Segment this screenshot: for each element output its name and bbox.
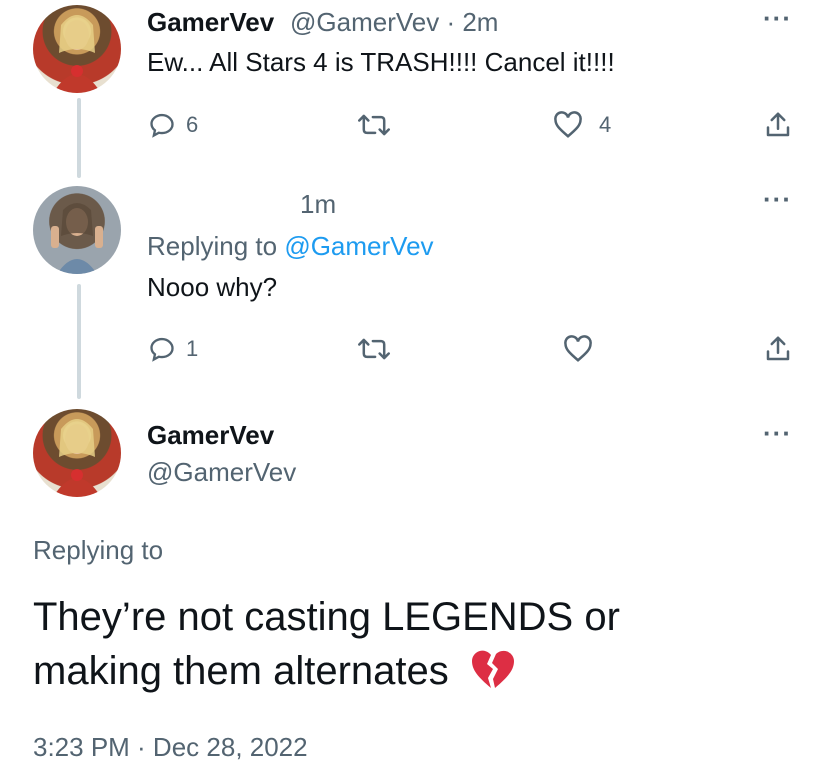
like-button[interactable]: 4 [553, 111, 611, 139]
thread-connector [77, 284, 81, 399]
tweet-time[interactable]: 1m [300, 189, 336, 220]
tweet-text-segment: making them alternates [33, 649, 449, 693]
avatar-image [53, 419, 101, 497]
retweet-icon [358, 114, 390, 136]
broken-heart-icon [470, 648, 516, 704]
tweet-text-line: making them alternates [33, 644, 813, 704]
reply-icon [150, 113, 174, 138]
reply-button[interactable]: 6 [148, 111, 198, 139]
more-options-button[interactable]: ··· [763, 184, 792, 215]
tweet-text: Nooo why? [147, 272, 278, 302]
avatar-image [53, 15, 101, 93]
more-options-button[interactable]: ··· [763, 418, 792, 449]
avatar[interactable] [33, 5, 121, 93]
thread-connector [77, 98, 81, 178]
replying-to: Replying to [33, 535, 164, 565]
replying-to-handle[interactable]: @GamerVev [284, 231, 433, 261]
reply-icon [150, 337, 174, 362]
avatar-image [51, 203, 103, 274]
retweet-button[interactable] [357, 335, 391, 363]
share-icon [766, 336, 790, 361]
author-handle-time[interactable]: @GamerVev · 2m [290, 7, 498, 38]
avatar[interactable] [33, 409, 121, 497]
tweet-timestamp[interactable]: 3:23 PM · Dec 28, 2022 [33, 732, 308, 763]
share-icon [766, 112, 790, 137]
avatar[interactable] [33, 186, 121, 274]
replying-to: Replying to @GamerVev [147, 231, 434, 262]
share-button[interactable] [763, 110, 793, 140]
tweet-text: Ew... All Stars 4 is TRASH!!!! Cancel it… [147, 47, 615, 77]
like-count: 4 [599, 112, 612, 137]
reply-count: 6 [186, 112, 199, 137]
retweet-button[interactable] [357, 111, 391, 139]
heart-icon [564, 335, 592, 362]
tweet-text: They’re not casting LEGENDS or making th… [33, 590, 813, 704]
author-name[interactable]: GamerVev [147, 7, 274, 38]
more-options-button[interactable]: ··· [763, 3, 792, 34]
reply-button[interactable]: 1 [148, 335, 198, 363]
author-handle[interactable]: @GamerVev [147, 457, 296, 488]
author-name[interactable]: GamerVev [147, 420, 274, 451]
tweet-text-line: They’re not casting LEGENDS or [33, 595, 620, 639]
share-button[interactable] [763, 334, 793, 364]
reply-count: 1 [186, 336, 199, 361]
replying-to-label: Replying to [147, 231, 285, 261]
like-button[interactable] [563, 335, 593, 363]
retweet-icon [358, 338, 390, 360]
heart-icon [554, 111, 582, 138]
